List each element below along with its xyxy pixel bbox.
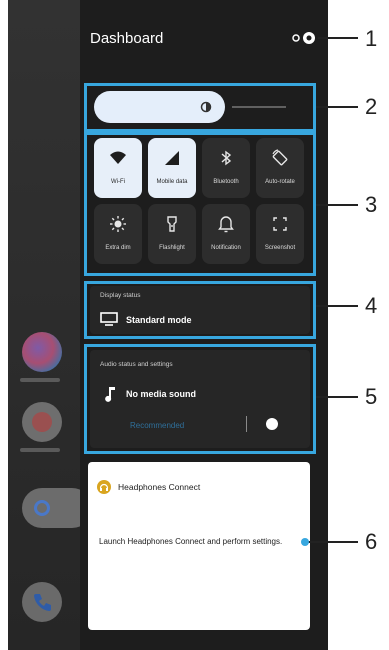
tile-mobile-data[interactable]: Mobile data [148, 138, 196, 198]
audio-status-value: No media sound [126, 389, 197, 399]
tile-label: Bluetooth [213, 179, 239, 185]
headphones-connect-logo [97, 480, 111, 494]
brightness-track [232, 106, 286, 108]
screenshot-icon [273, 217, 287, 231]
display-status-card[interactable]: Display status Standard mode [90, 286, 310, 334]
tile-label: Extra dim [105, 245, 131, 251]
callout-number-6: 6 [365, 529, 378, 554]
flashlight-icon [167, 216, 177, 232]
app-icon [22, 402, 62, 442]
display-status-caption: Display status [100, 292, 141, 299]
tile-label: Auto-rotate [265, 179, 295, 185]
notification-icon [218, 216, 234, 233]
tile-bluetooth[interactable]: Bluetooth [202, 138, 250, 198]
extra-dim-icon [110, 216, 126, 232]
app-label [20, 448, 60, 452]
wifi-icon [110, 151, 126, 164]
audio-status-card: Audio status and settings No media sound [90, 350, 310, 448]
tile-flashlight[interactable]: Flashlight [148, 204, 196, 264]
page-title: Dashboard [90, 30, 164, 47]
tile-label: Screenshot [264, 245, 296, 251]
callout-number-5: 5 [365, 384, 378, 409]
callout-line-6 [306, 541, 358, 543]
display-status-value: Standard mode [126, 315, 192, 325]
tile-auto-rotate[interactable]: Auto-rotate [256, 138, 304, 198]
callout-number-2: 2 [365, 94, 378, 119]
tile-label: Notification [211, 245, 241, 251]
phone-app-icon [22, 582, 62, 622]
audio-divider [246, 416, 247, 432]
bluetooth-icon [221, 150, 232, 166]
brightness-icon [200, 101, 212, 113]
callout-number-3: 3 [365, 192, 378, 217]
audio-status-caption: Audio status and settings [100, 361, 173, 368]
headphones-connect-card[interactable]: Headphones Connect Launch Headphones Con… [88, 462, 310, 630]
headphones-connect-description: Launch Headphones Connect and perform se… [99, 537, 283, 546]
app-label [20, 378, 60, 382]
audio-toggle[interactable] [266, 418, 278, 430]
home-screen-background [8, 0, 92, 650]
callout-line-1 [318, 37, 358, 39]
callout-dot-6 [301, 538, 309, 546]
auto-rotate-icon [272, 149, 288, 166]
callout-number-1: 1 [365, 26, 378, 51]
tile-screenshot[interactable]: Screenshot [256, 204, 304, 264]
callout-line-4 [316, 305, 358, 307]
brightness-slider[interactable] [94, 91, 290, 123]
display-icon [100, 312, 118, 326]
mobile-data-icon [165, 151, 179, 165]
tile-extra-dim[interactable]: Extra dim [94, 204, 142, 264]
tile-label: Flashlight [159, 245, 185, 251]
headphones-connect-title: Headphones Connect [118, 482, 201, 492]
callout-number-4: 4 [365, 293, 378, 318]
callout-line-2 [316, 106, 358, 108]
callout-line-5 [316, 396, 358, 398]
tile-notification[interactable]: Notification [202, 204, 250, 264]
app-icon [22, 332, 62, 372]
tile-wifi[interactable]: Wi-Fi [94, 138, 142, 198]
callout-line-3 [316, 204, 358, 206]
tile-label: Mobile data [156, 179, 188, 185]
music-note-icon [105, 387, 115, 402]
gear-icon[interactable] [289, 30, 319, 46]
recommended-link[interactable]: Recommended [130, 421, 184, 430]
tile-label: Wi-Fi [111, 179, 125, 185]
